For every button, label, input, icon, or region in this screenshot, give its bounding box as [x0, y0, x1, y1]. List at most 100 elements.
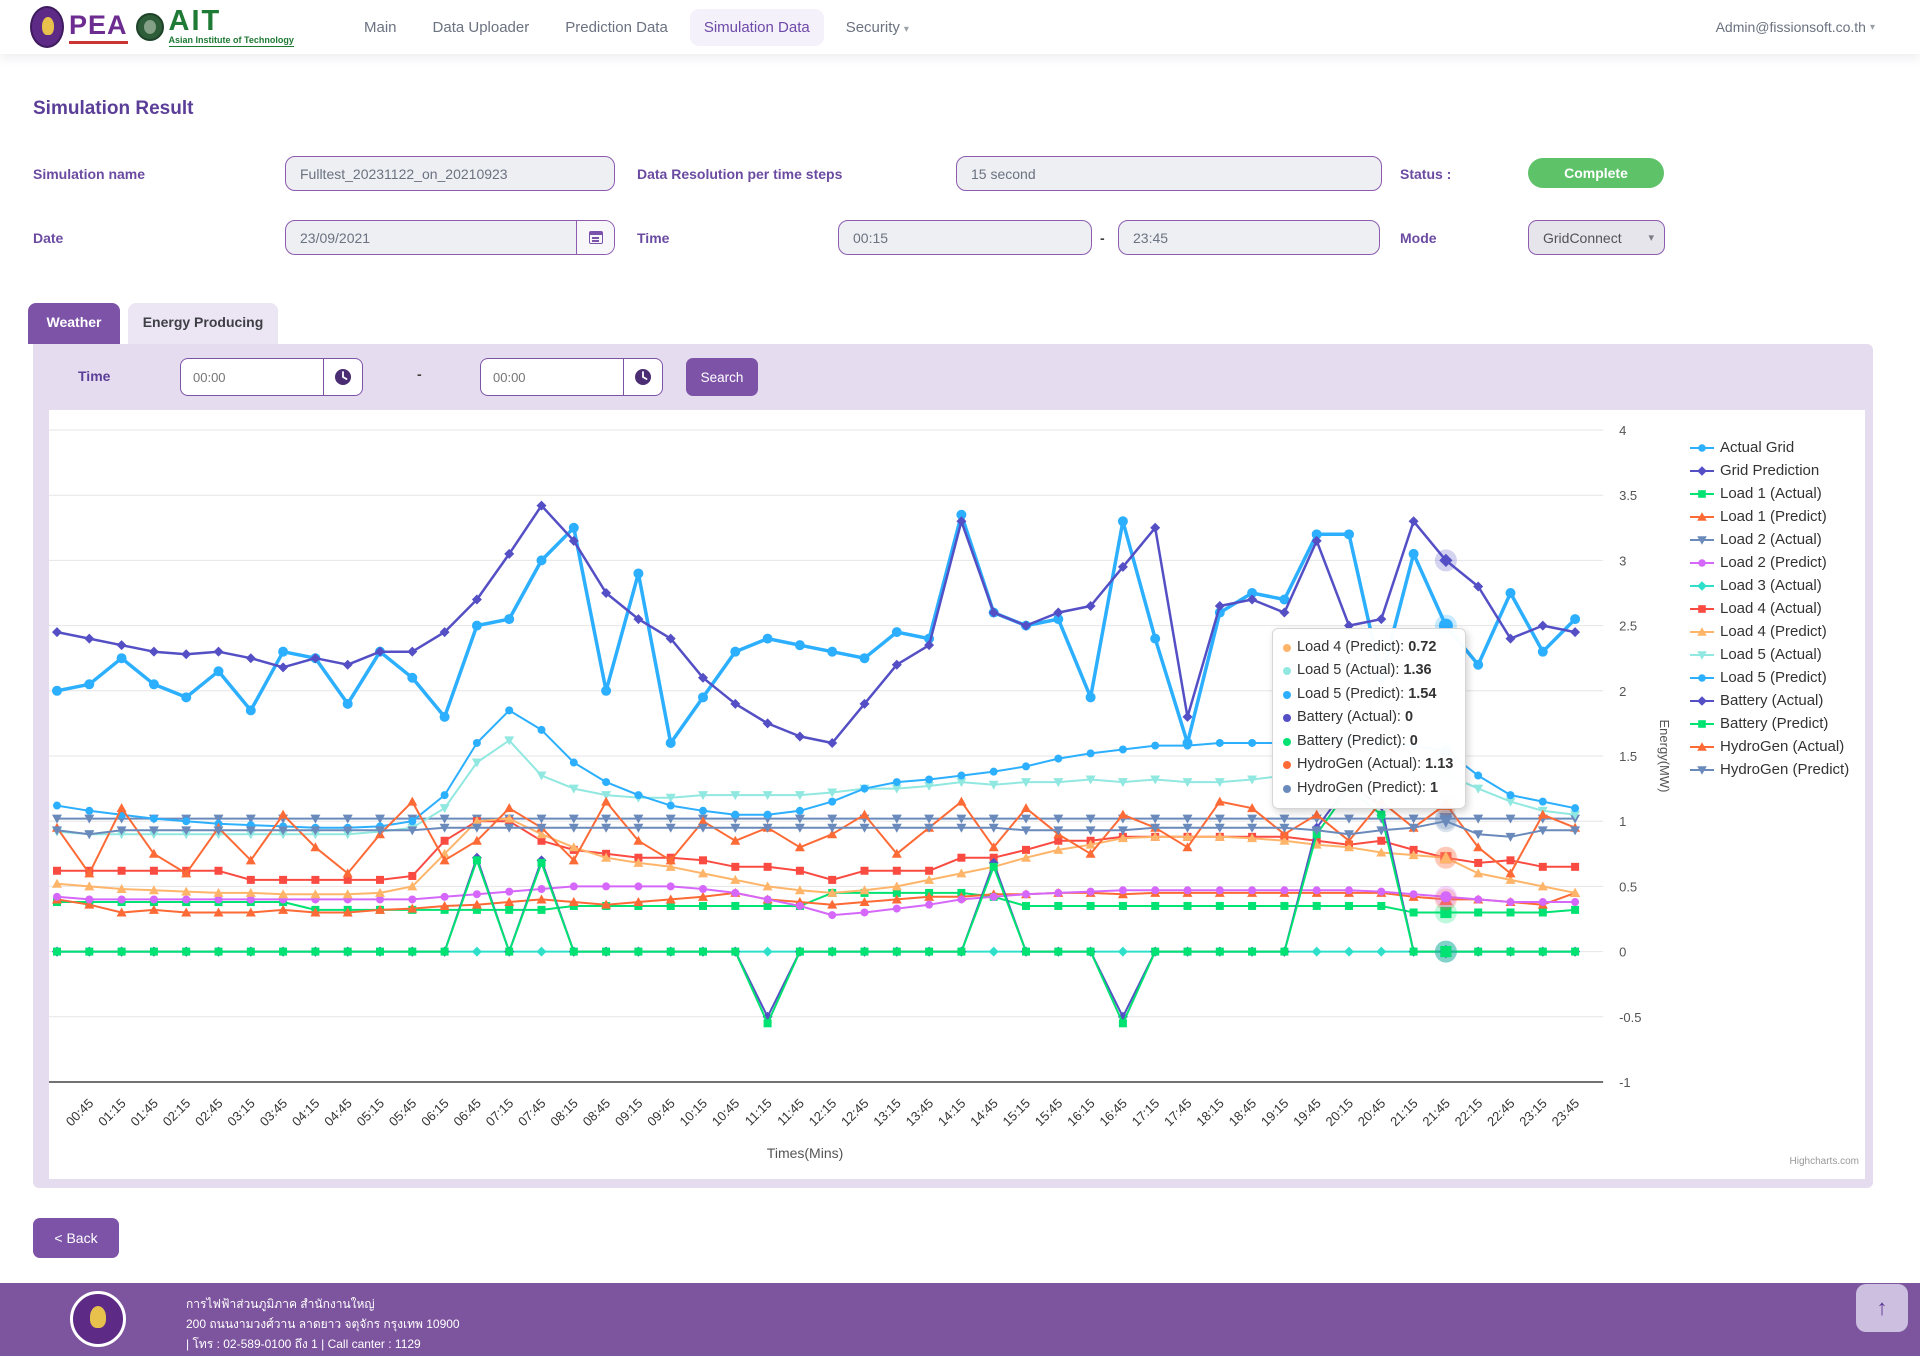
time-from-field[interactable]: [838, 220, 1092, 255]
legend-item-load-3-actual-[interactable]: Load 3 (Actual): [1690, 574, 1849, 597]
tooltip-row: Battery (Predict):0: [1283, 730, 1453, 753]
search-button[interactable]: Search: [686, 358, 758, 396]
calendar-button[interactable]: [576, 221, 614, 254]
legend-marker-icon: [1690, 465, 1714, 477]
legend-label: Grid Prediction: [1720, 462, 1819, 479]
chart-legend: Actual Grid Grid Prediction Load 1 (Actual…: [1690, 436, 1849, 781]
legend-marker-icon: [1690, 442, 1714, 454]
time-to-field[interactable]: [1118, 220, 1380, 255]
date-label: Date: [33, 230, 63, 246]
x-tick-label: 00:45: [63, 1096, 97, 1130]
legend-item-load-5-predict-[interactable]: Load 5 (Predict): [1690, 666, 1849, 689]
svg-text:3.5: 3.5: [1619, 488, 1637, 503]
tooltip-value: 1.36: [1403, 659, 1431, 682]
tab-energy-producing[interactable]: Energy Producing: [128, 303, 278, 348]
date-input[interactable]: [286, 221, 576, 254]
legend-item-hydrogen-actual-[interactable]: HydroGen (Actual): [1690, 735, 1849, 758]
x-tick-label: 10:15: [677, 1096, 711, 1130]
legend-item-hydrogen-predict-[interactable]: HydroGen (Predict): [1690, 758, 1849, 781]
x-tick-label: 01:45: [127, 1096, 161, 1130]
x-tick-label: 05:15: [354, 1096, 388, 1130]
y-axis-title: Energy(MW): [1657, 720, 1672, 793]
series-line-hydrogen-actual-: [57, 802, 1575, 874]
search-dash: -: [417, 366, 422, 382]
legend-item-load-5-actual-[interactable]: Load 5 (Actual): [1690, 643, 1849, 666]
tab-weather[interactable]: Weather: [28, 303, 120, 344]
resolution-field[interactable]: [956, 156, 1382, 191]
status-badge: Complete: [1528, 158, 1664, 188]
svg-text:2.5: 2.5: [1619, 619, 1637, 634]
tooltip-value: 0.72: [1408, 636, 1436, 659]
x-tick-label: 06:45: [450, 1096, 484, 1130]
nav-item-main[interactable]: Main: [350, 9, 411, 46]
date-field[interactable]: [285, 220, 615, 255]
legend-item-grid-prediction[interactable]: Grid Prediction: [1690, 459, 1849, 482]
legend-item-load-1-actual-[interactable]: Load 1 (Actual): [1690, 482, 1849, 505]
legend-item-battery-predict-[interactable]: Battery (Predict): [1690, 712, 1849, 735]
x-tick-label: 20:45: [1355, 1096, 1389, 1130]
tooltip-label: HydroGen (Actual):: [1297, 753, 1421, 776]
legend-item-load-2-actual-[interactable]: Load 2 (Actual): [1690, 528, 1849, 551]
tooltip-row: Load 4 (Predict):0.72: [1283, 636, 1453, 659]
mode-select[interactable]: GridConnect ▾: [1528, 220, 1665, 255]
simulation-name-field[interactable]: [285, 156, 615, 191]
search-time-from-input[interactable]: [180, 358, 323, 396]
footer-line-2: 200 ถนนงามวงศ์วาน ลาดยาว จตุจักร กรุงเทพ…: [186, 1315, 460, 1335]
energy-chart[interactable]: -1-0.500.511.522.533.5400:4501:1501:4502…: [49, 410, 1865, 1179]
x-tick-label: 09:45: [644, 1096, 678, 1130]
nav-item-prediction-data[interactable]: Prediction Data: [551, 9, 682, 46]
tooltip-value: 1.54: [1408, 683, 1436, 706]
legend-item-actual-grid[interactable]: Actual Grid: [1690, 436, 1849, 459]
legend-label: Load 2 (Actual): [1720, 531, 1822, 548]
legend-label: Load 4 (Actual): [1720, 600, 1822, 617]
nav-item-simulation-data[interactable]: Simulation Data: [690, 9, 824, 46]
tooltip-row: Load 5 (Actual):1.36: [1283, 659, 1453, 682]
legend-item-battery-actual-[interactable]: Battery (Actual): [1690, 689, 1849, 712]
legend-marker-icon: [1690, 511, 1714, 523]
time-label: Time: [637, 230, 669, 246]
tooltip-label: Battery (Predict):: [1297, 730, 1406, 753]
x-tick-label: 19:45: [1290, 1096, 1324, 1130]
scroll-to-top-button[interactable]: ↑: [1856, 1284, 1908, 1332]
legend-item-load-4-actual-[interactable]: Load 4 (Actual): [1690, 597, 1849, 620]
legend-marker-icon: [1690, 488, 1714, 500]
svg-text:3: 3: [1619, 553, 1626, 568]
legend-item-load-1-predict-[interactable]: Load 1 (Predict): [1690, 505, 1849, 528]
x-tick-label: 22:45: [1484, 1096, 1518, 1130]
x-tick-label: 08:15: [547, 1096, 581, 1130]
legend-label: Load 1 (Actual): [1720, 485, 1822, 502]
footer-line-1: การไฟฟ้าส่วนภูมิภาค สำนักงานใหญ่: [186, 1295, 460, 1315]
svg-text:1: 1: [1619, 814, 1626, 829]
chevron-down-icon: ▾: [1870, 22, 1875, 33]
highcharts-credits[interactable]: Highcharts.com: [1790, 1156, 1859, 1167]
chart-card: -1-0.500.511.522.533.5400:4501:1501:4502…: [49, 410, 1865, 1179]
back-button[interactable]: < Back: [33, 1218, 119, 1258]
x-tick-label: 19:15: [1258, 1096, 1292, 1130]
pea-logo-icon: [30, 6, 64, 48]
weather-panel: Time - Search -1-0.500.511.522.533.5400: [33, 344, 1873, 1188]
time-dash: -: [1100, 230, 1105, 246]
tooltip-label: Load 4 (Predict):: [1297, 636, 1404, 659]
nav-item-security[interactable]: Security▾: [832, 9, 923, 46]
clock-button[interactable]: [323, 358, 363, 396]
legend-item-load-2-predict-[interactable]: Load 2 (Predict): [1690, 551, 1849, 574]
clock-button[interactable]: [623, 358, 663, 396]
legend-label: Battery (Predict): [1720, 715, 1828, 732]
legend-item-load-4-predict-[interactable]: Load 4 (Predict): [1690, 620, 1849, 643]
x-tick-label: 02:15: [160, 1096, 194, 1130]
nav-item-data-uploader[interactable]: Data Uploader: [419, 9, 544, 46]
search-time-to-input[interactable]: [480, 358, 623, 396]
x-axis-title: Times(Mins): [767, 1145, 843, 1161]
x-tick-label: 23:45: [1549, 1096, 1583, 1130]
top-navbar: PEA AIT Asian Institute of Technology Ma…: [0, 0, 1920, 54]
clock-icon: [633, 367, 653, 387]
mode-value: GridConnect: [1543, 230, 1622, 246]
calendar-icon: [589, 231, 603, 244]
ait-label: AIT: [169, 7, 294, 36]
x-tick-label: 13:45: [903, 1096, 937, 1130]
x-tick-label: 23:15: [1516, 1096, 1550, 1130]
tooltip-label: Load 5 (Actual):: [1297, 659, 1399, 682]
user-menu[interactable]: Admin@fissionsoft.co.th ▾: [1716, 0, 1875, 54]
pea-logo-text: PEA: [69, 10, 128, 44]
pea-footer-logo-icon: [70, 1291, 126, 1347]
